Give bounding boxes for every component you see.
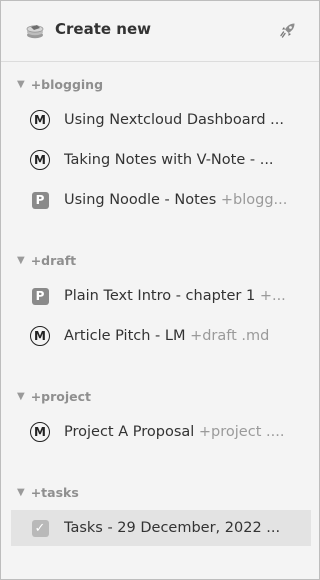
group-header-project[interactable]: ▼ +project: [17, 387, 91, 405]
markdown-circle-m-icon: M: [29, 421, 51, 443]
checkbox-checked-icon: ✓: [29, 517, 51, 539]
group-header-tasks[interactable]: ▼ +tasks: [17, 483, 79, 501]
note-item-selected[interactable]: ✓ Tasks - 29 December, 2022 ...: [11, 510, 311, 546]
rocket-icon[interactable]: [279, 21, 297, 39]
group-label: +tasks: [30, 484, 79, 500]
markdown-circle-m-icon: M: [29, 149, 51, 171]
note-item[interactable]: M Taking Notes with V-Note - ...: [11, 142, 311, 178]
group-label: +project: [30, 388, 92, 404]
note-title: Taking Notes with V-Note - ...: [64, 152, 274, 168]
note-title: Using Noodle - Notes +blogg...: [64, 192, 288, 208]
collapse-triangle-icon[interactable]: ▼: [17, 391, 25, 402]
note-title: Article Pitch - LM +draft .md: [64, 328, 270, 344]
note-item[interactable]: M Project A Proposal +project ....: [11, 414, 311, 450]
note-item[interactable]: M Article Pitch - LM +draft .md: [11, 318, 311, 354]
note-item[interactable]: P Using Noodle - Notes +blogg...: [11, 182, 311, 218]
group-header-draft[interactable]: ▼ +draft: [17, 251, 76, 269]
plaintext-p-icon: P: [29, 285, 51, 307]
note-item[interactable]: M Using Nextcloud Dashboard ...: [11, 102, 311, 138]
group-header-blogging[interactable]: ▼ +blogging: [17, 75, 103, 93]
note-title: Plain Text Intro - chapter 1 +...: [64, 288, 286, 304]
plaintext-p-icon: P: [29, 189, 51, 211]
notebook-logo-icon: [25, 21, 45, 41]
note-title: Project A Proposal +project ....: [64, 424, 285, 440]
collapse-triangle-icon[interactable]: ▼: [17, 487, 25, 498]
note-item[interactable]: P Plain Text Intro - chapter 1 +...: [11, 278, 311, 314]
header-divider: [1, 61, 319, 62]
create-new-title[interactable]: Create new: [55, 20, 151, 38]
group-label: +draft: [30, 252, 77, 268]
app-frame: Create new ▼ +blogging M Using Nextcloud…: [0, 0, 320, 580]
note-title: Tasks - 29 December, 2022 ...: [64, 520, 281, 536]
header: Create new: [1, 1, 319, 61]
collapse-triangle-icon[interactable]: ▼: [17, 79, 25, 90]
markdown-circle-m-icon: M: [29, 325, 51, 347]
markdown-circle-m-icon: M: [29, 109, 51, 131]
note-title: Using Nextcloud Dashboard ...: [64, 112, 284, 128]
collapse-triangle-icon[interactable]: ▼: [17, 255, 25, 266]
group-label: +blogging: [30, 76, 104, 92]
